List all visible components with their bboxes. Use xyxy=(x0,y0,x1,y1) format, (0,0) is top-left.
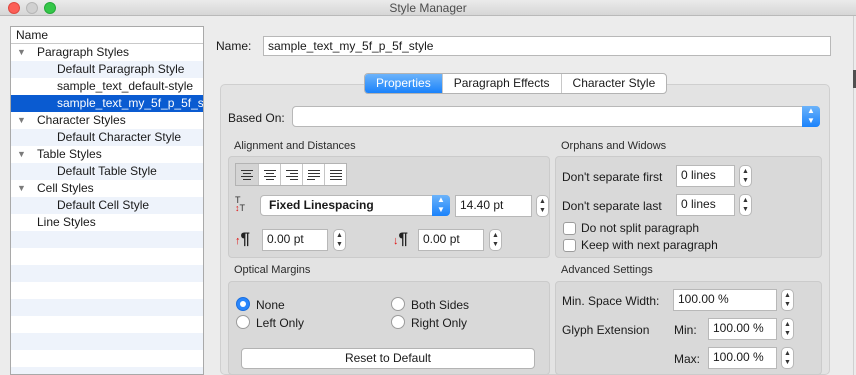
glyph-min-stepper[interactable]: ▲ ▼ xyxy=(781,318,794,340)
linespacing-stepper[interactable]: ▲ ▼ xyxy=(536,195,549,217)
disclosure-triangle-icon[interactable]: ▼ xyxy=(17,146,26,163)
disclosure-triangle-icon[interactable]: ▼ xyxy=(17,112,26,129)
radio-left-only[interactable] xyxy=(236,315,250,329)
space-after-stepper[interactable]: ▲ ▼ xyxy=(489,229,502,251)
list-item-label: Default Character Style xyxy=(57,130,182,144)
list-item[interactable]: Default Paragraph Style xyxy=(11,61,203,78)
linespacing-mode-select[interactable]: Fixed Linespacing ▲ ▼ xyxy=(260,195,450,216)
glyph-max-label: Max: xyxy=(674,352,701,366)
radio-none[interactable] xyxy=(236,297,250,311)
list-item-selected[interactable]: sample_text_my_5f_p_5f_style xyxy=(11,95,203,112)
space-before-input[interactable]: 0.00 pt xyxy=(262,229,328,251)
glyph-min-label: Min: xyxy=(674,323,697,337)
group-cell-styles[interactable]: ▼ Cell Styles xyxy=(11,180,203,197)
radio-left-only-label: Left Only xyxy=(256,316,305,330)
list-item-label: Cell Styles xyxy=(37,181,94,195)
chevron-updown-icon[interactable]: ▲ ▼ xyxy=(432,195,450,216)
align-forced-justify-icon[interactable] xyxy=(324,164,346,185)
group-character-styles[interactable]: ▼ Character Styles xyxy=(11,112,203,129)
do-not-split-checkbox[interactable] xyxy=(563,222,576,235)
min-space-width-input[interactable]: 100.00 % xyxy=(673,289,777,311)
radio-none-label: None xyxy=(256,298,285,312)
dont-separate-last-label: Don't separate last xyxy=(562,199,662,213)
list-item-label: Default Paragraph Style xyxy=(57,62,185,76)
list-item-label: sample_text_default-style xyxy=(57,79,194,93)
list-item[interactable]: Default Character Style xyxy=(11,129,203,146)
name-label: Name: xyxy=(216,39,252,53)
alignment-buttons xyxy=(235,163,347,186)
list-item-label: Character Styles xyxy=(37,113,126,127)
dont-separate-last-stepper[interactable]: ▲ ▼ xyxy=(739,194,752,216)
align-justify-icon[interactable] xyxy=(302,164,324,185)
dont-separate-first-input[interactable]: 0 lines xyxy=(676,165,735,187)
list-item-label: sample_text_my_5f_p_5f_style xyxy=(57,96,203,110)
radio-both-sides-label: Both Sides xyxy=(411,298,470,312)
space-before-stepper[interactable]: ▲ ▼ xyxy=(333,229,346,251)
alignment-heading: Alignment and Distances xyxy=(234,140,356,152)
list-item-label: Table Styles xyxy=(37,147,102,161)
space-before-icon: ↑¶ xyxy=(235,229,250,248)
radio-right-only-label: Right Only xyxy=(411,316,468,330)
linespacing-mode-value: Fixed Linespacing xyxy=(269,198,374,212)
optical-margins-heading: Optical Margins xyxy=(234,264,311,276)
disclosure-triangle-icon[interactable]: ▼ xyxy=(17,180,26,197)
group-line-styles[interactable]: Line Styles xyxy=(11,214,203,231)
keep-with-next-label: Keep with next paragraph xyxy=(581,238,718,252)
tab-bar: Properties Paragraph Effects Character S… xyxy=(364,73,668,94)
tab-character-style[interactable]: Character Style xyxy=(560,74,667,93)
group-paragraph-styles[interactable]: ▼ Paragraph Styles xyxy=(11,44,203,61)
list-item-label: Line Styles xyxy=(37,215,96,229)
list-item[interactable]: sample_text_default-style xyxy=(11,78,203,95)
space-after-input[interactable]: 0.00 pt xyxy=(418,229,484,251)
min-space-width-stepper[interactable]: ▲ ▼ xyxy=(781,289,794,311)
glyph-min-input[interactable]: 100.00 % xyxy=(708,318,777,340)
list-header[interactable]: Name xyxy=(11,27,203,44)
disclosure-triangle-icon[interactable]: ▼ xyxy=(17,44,26,61)
align-center-icon[interactable] xyxy=(258,164,280,185)
list-item-label: Paragraph Styles xyxy=(37,45,130,59)
title-bar: Style Manager xyxy=(0,0,856,16)
align-right-icon[interactable] xyxy=(280,164,302,185)
advanced-settings-heading: Advanced Settings xyxy=(561,264,653,276)
group-table-styles[interactable]: ▼ Table Styles xyxy=(11,146,203,163)
space-after-icon: ↓¶ xyxy=(393,229,408,248)
list-item-label: Default Table Style xyxy=(57,164,157,178)
linespacing-input[interactable]: 14.40 pt xyxy=(455,195,532,217)
based-on-select[interactable]: ▲ ▼ xyxy=(292,106,820,127)
list-item[interactable]: Default Table Style xyxy=(11,163,203,180)
align-left-icon[interactable] xyxy=(236,164,258,185)
chevron-updown-icon[interactable]: ▲ ▼ xyxy=(802,106,820,127)
min-space-width-label: Min. Space Width: xyxy=(562,294,660,308)
radio-right-only[interactable] xyxy=(391,315,405,329)
list-item[interactable]: Default Cell Style xyxy=(11,197,203,214)
list-item-label: Default Cell Style xyxy=(57,198,150,212)
reset-to-default-button[interactable]: Reset to Default xyxy=(241,348,535,369)
glyph-extension-label: Glyph Extension xyxy=(562,323,650,337)
line-spacing-icon: T ↕T xyxy=(235,195,245,213)
tab-paragraph-effects[interactable]: Paragraph Effects xyxy=(441,74,561,93)
do-not-split-label: Do not split paragraph xyxy=(581,221,700,235)
tab-properties[interactable]: Properties xyxy=(365,74,442,93)
radio-both-sides[interactable] xyxy=(391,297,405,311)
dont-separate-first-label: Don't separate first xyxy=(562,170,663,184)
glyph-max-stepper[interactable]: ▲ ▼ xyxy=(781,347,794,369)
orphans-heading: Orphans and Widows xyxy=(561,140,667,152)
styles-list[interactable]: Name ▼ Paragraph Styles Default Paragrap… xyxy=(10,26,204,375)
style-name-input[interactable]: sample_text_my_5f_p_5f_style xyxy=(263,36,831,56)
glyph-max-input[interactable]: 100.00 % xyxy=(708,347,777,369)
dont-separate-first-stepper[interactable]: ▲ ▼ xyxy=(739,165,752,187)
based-on-label: Based On: xyxy=(228,111,285,125)
keep-with-next-checkbox[interactable] xyxy=(563,239,576,252)
dont-separate-last-input[interactable]: 0 lines xyxy=(676,194,735,216)
window-title: Style Manager xyxy=(389,1,467,15)
